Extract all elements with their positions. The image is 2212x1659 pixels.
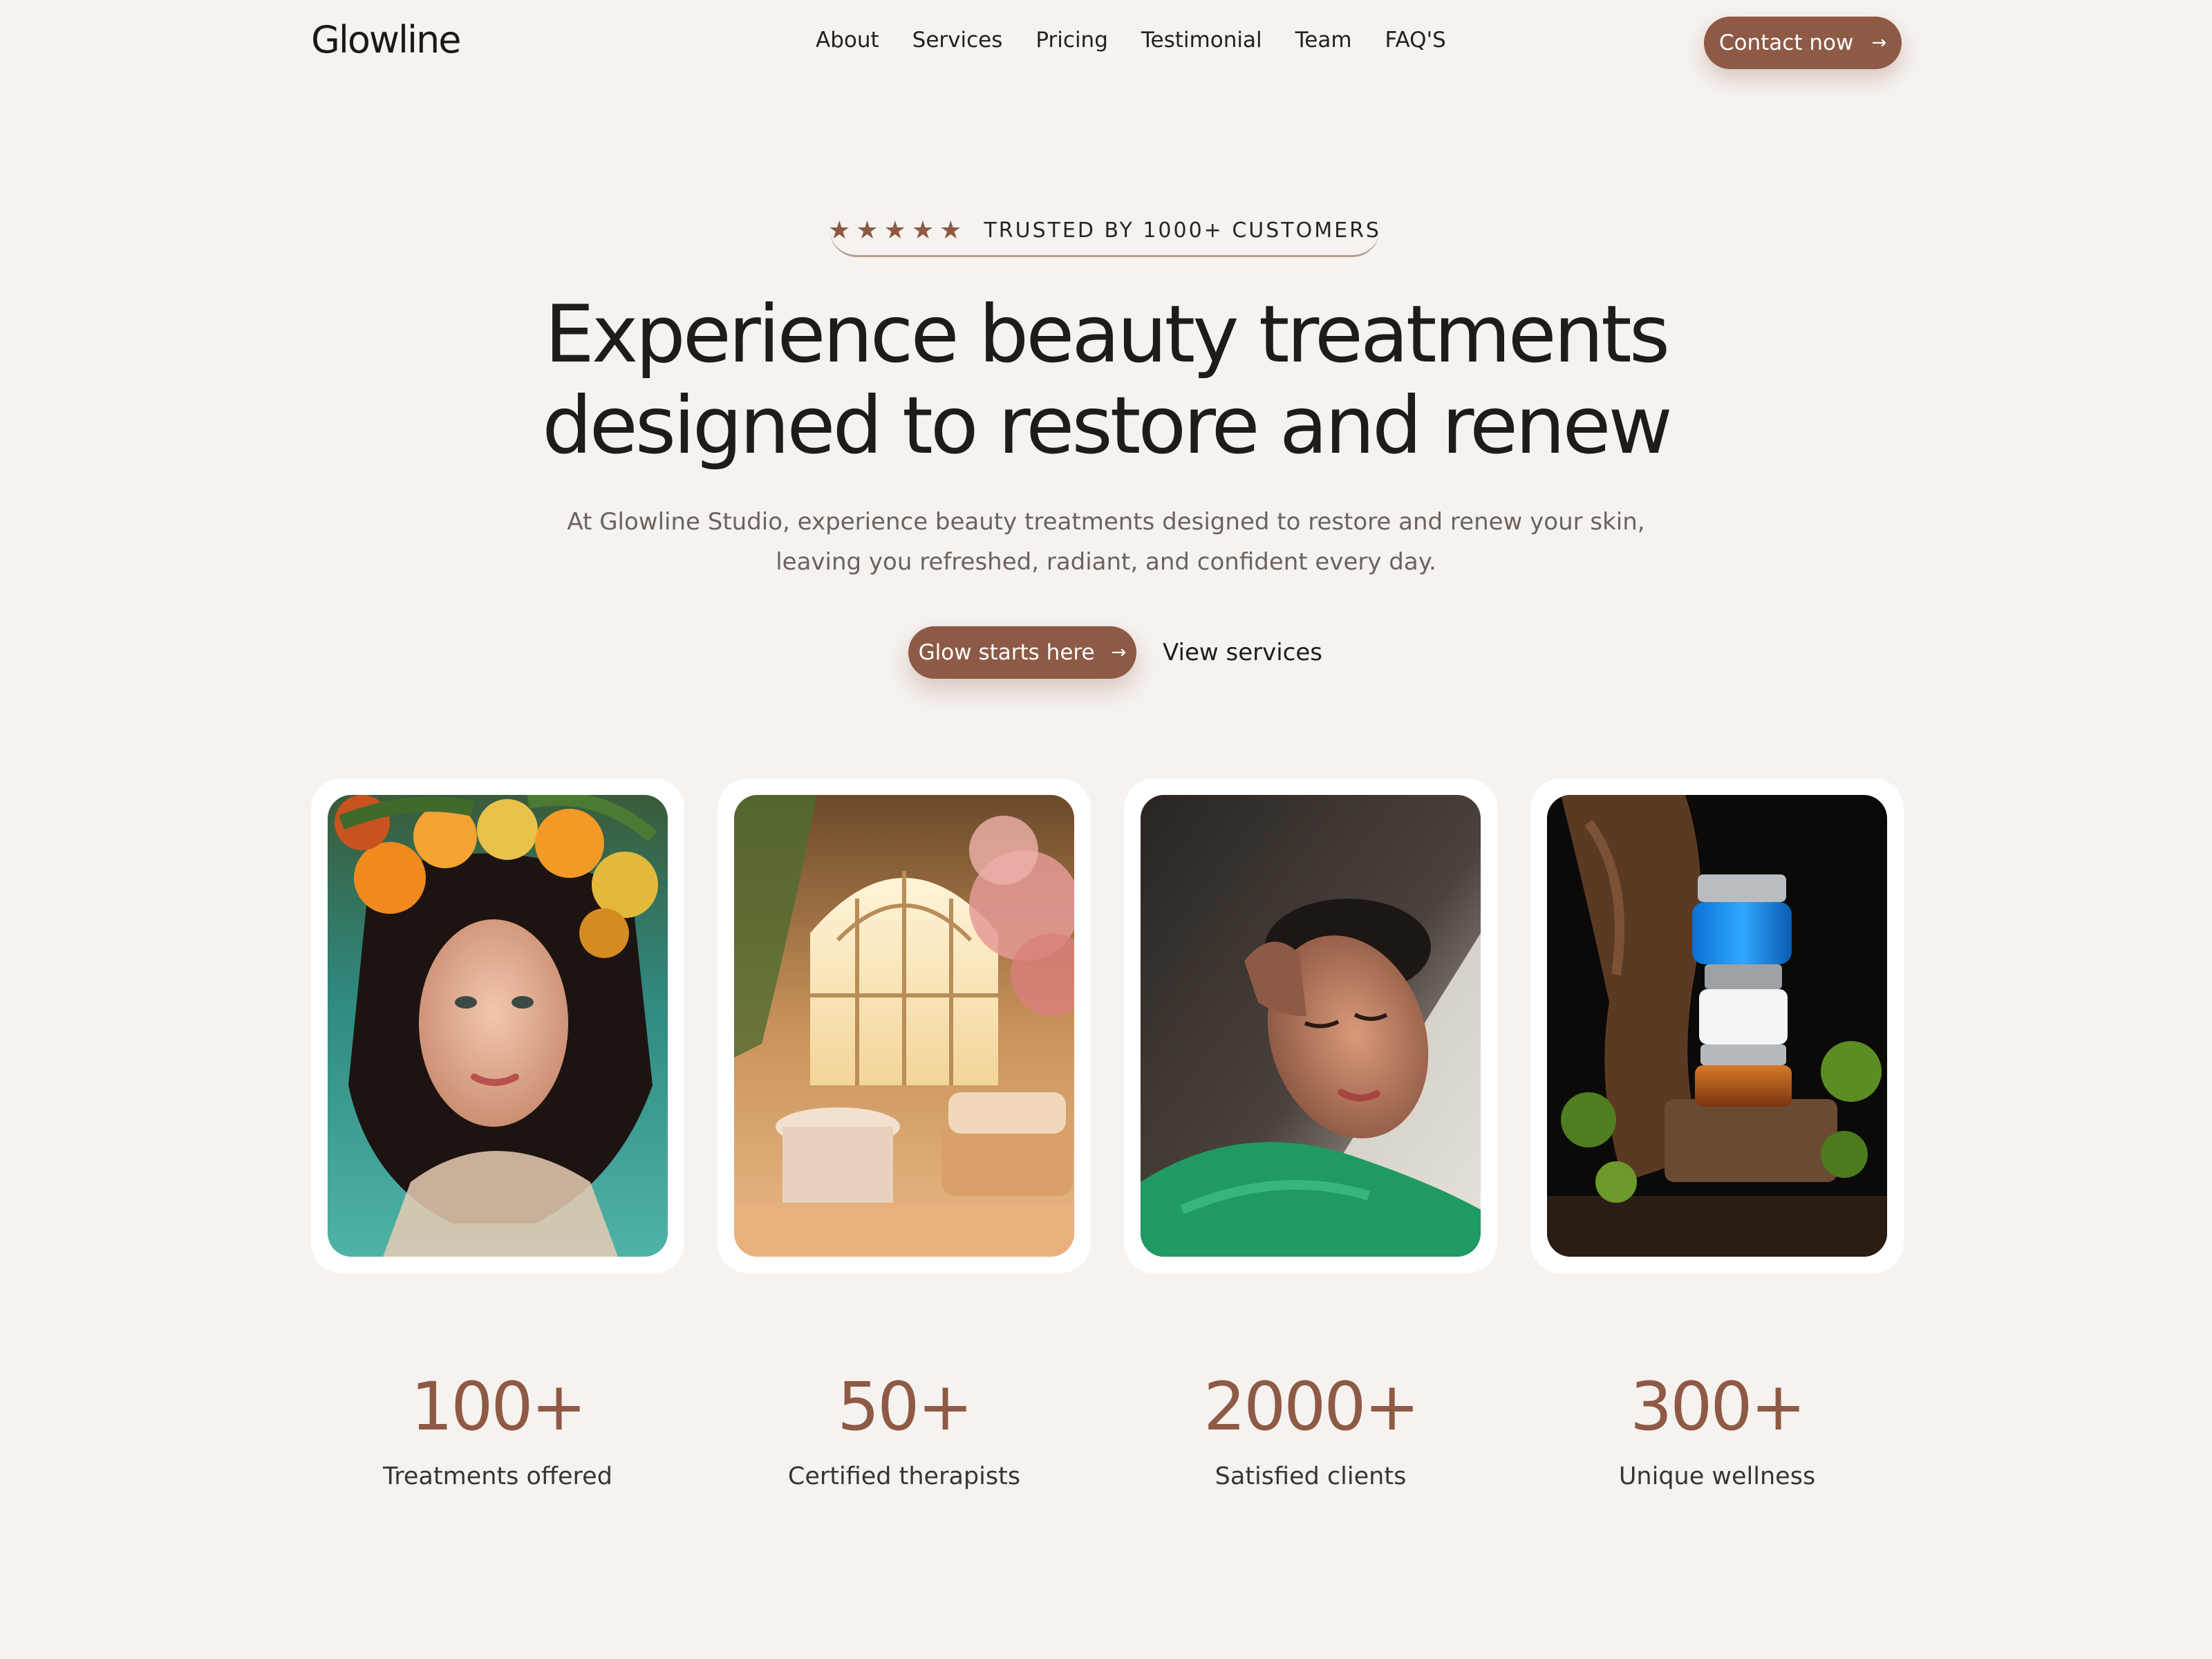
stats-section: 100+ Treatments offered 50+ Certified th… bbox=[311, 1369, 1904, 1490]
trust-badge: ★ ★ ★ ★ ★ TRUSTED BY 1000+ CUSTOMERS bbox=[828, 206, 1381, 257]
contact-now-button[interactable]: Contact now → bbox=[1704, 17, 1902, 69]
gallery-card bbox=[1530, 778, 1904, 1273]
star-icon: ★ bbox=[856, 216, 879, 245]
headline-line-2: designed to restore and renew bbox=[542, 379, 1673, 471]
sunlit-interior-lounge-photo bbox=[734, 795, 1074, 1257]
stat-label: Certified therapists bbox=[787, 1463, 1021, 1490]
gallery-card bbox=[1124, 778, 1497, 1273]
stat-item: 100+ Treatments offered bbox=[311, 1369, 684, 1490]
subtext-line-2: leaving you refreshed, radiant, and conf… bbox=[776, 548, 1436, 576]
contact-now-label: Contact now bbox=[1718, 30, 1854, 55]
stat-value: 50+ bbox=[837, 1368, 973, 1445]
glow-starts-here-button[interactable]: Glow starts here → bbox=[908, 626, 1136, 679]
arrow-right-icon: → bbox=[1111, 642, 1127, 663]
stat-label: Satisfied clients bbox=[1215, 1463, 1407, 1490]
stat-item: 2000+ Satisfied clients bbox=[1124, 1369, 1497, 1490]
stat-label: Treatments offered bbox=[383, 1463, 612, 1490]
stat-item: 50+ Certified therapists bbox=[718, 1369, 1091, 1490]
relaxed-woman-in-sunlight-photo bbox=[1141, 795, 1481, 1257]
stat-label: Unique wellness bbox=[1618, 1463, 1816, 1490]
hero-headline: Experience beauty treatments designed to… bbox=[415, 289, 1797, 471]
nav-link-services[interactable]: Services bbox=[912, 28, 1003, 53]
stacked-skincare-jars-photo bbox=[1547, 795, 1887, 1257]
headline-line-1: Experience beauty treatments bbox=[544, 288, 1670, 380]
nav-link-testimonial[interactable]: Testimonial bbox=[1141, 28, 1262, 53]
rating-stars: ★ ★ ★ ★ ★ bbox=[828, 218, 962, 243]
stat-value: 2000+ bbox=[1203, 1368, 1420, 1445]
stat-value: 100+ bbox=[411, 1368, 587, 1445]
gallery-card bbox=[311, 778, 684, 1273]
star-icon: ★ bbox=[883, 216, 906, 245]
stat-item: 300+ Unique wellness bbox=[1530, 1369, 1904, 1490]
stat-value: 300+ bbox=[1630, 1368, 1806, 1445]
woman-with-citrus-fruits-photo bbox=[328, 795, 668, 1257]
hero-subtext: At Glowline Studio, experience beauty tr… bbox=[553, 502, 1659, 582]
star-icon: ★ bbox=[911, 216, 935, 245]
gallery-card bbox=[718, 778, 1091, 1273]
star-icon: ★ bbox=[828, 216, 851, 245]
nav-links: About Services Pricing Testimonial Team … bbox=[816, 28, 1446, 53]
nav-link-faqs[interactable]: FAQ'S bbox=[1385, 28, 1446, 53]
top-navbar: Glowline About Services Pricing Testimon… bbox=[0, 0, 2212, 84]
brand-logo[interactable]: Glowline bbox=[311, 18, 462, 62]
star-icon: ★ bbox=[939, 216, 962, 245]
nav-link-pricing[interactable]: Pricing bbox=[1035, 28, 1108, 53]
gallery-cards bbox=[311, 778, 1904, 1273]
hero-cta-row: Glow starts here → View services bbox=[908, 626, 1322, 679]
trust-text: TRUSTED BY 1000+ CUSTOMERS bbox=[984, 218, 1381, 243]
subtext-line-1: At Glowline Studio, experience beauty tr… bbox=[567, 508, 1645, 536]
nav-link-about[interactable]: About bbox=[816, 28, 879, 53]
glow-starts-here-label: Glow starts here bbox=[918, 640, 1095, 665]
arrow-right-icon: → bbox=[1871, 32, 1887, 53]
view-services-link[interactable]: View services bbox=[1163, 639, 1322, 666]
nav-link-team[interactable]: Team bbox=[1295, 28, 1352, 53]
